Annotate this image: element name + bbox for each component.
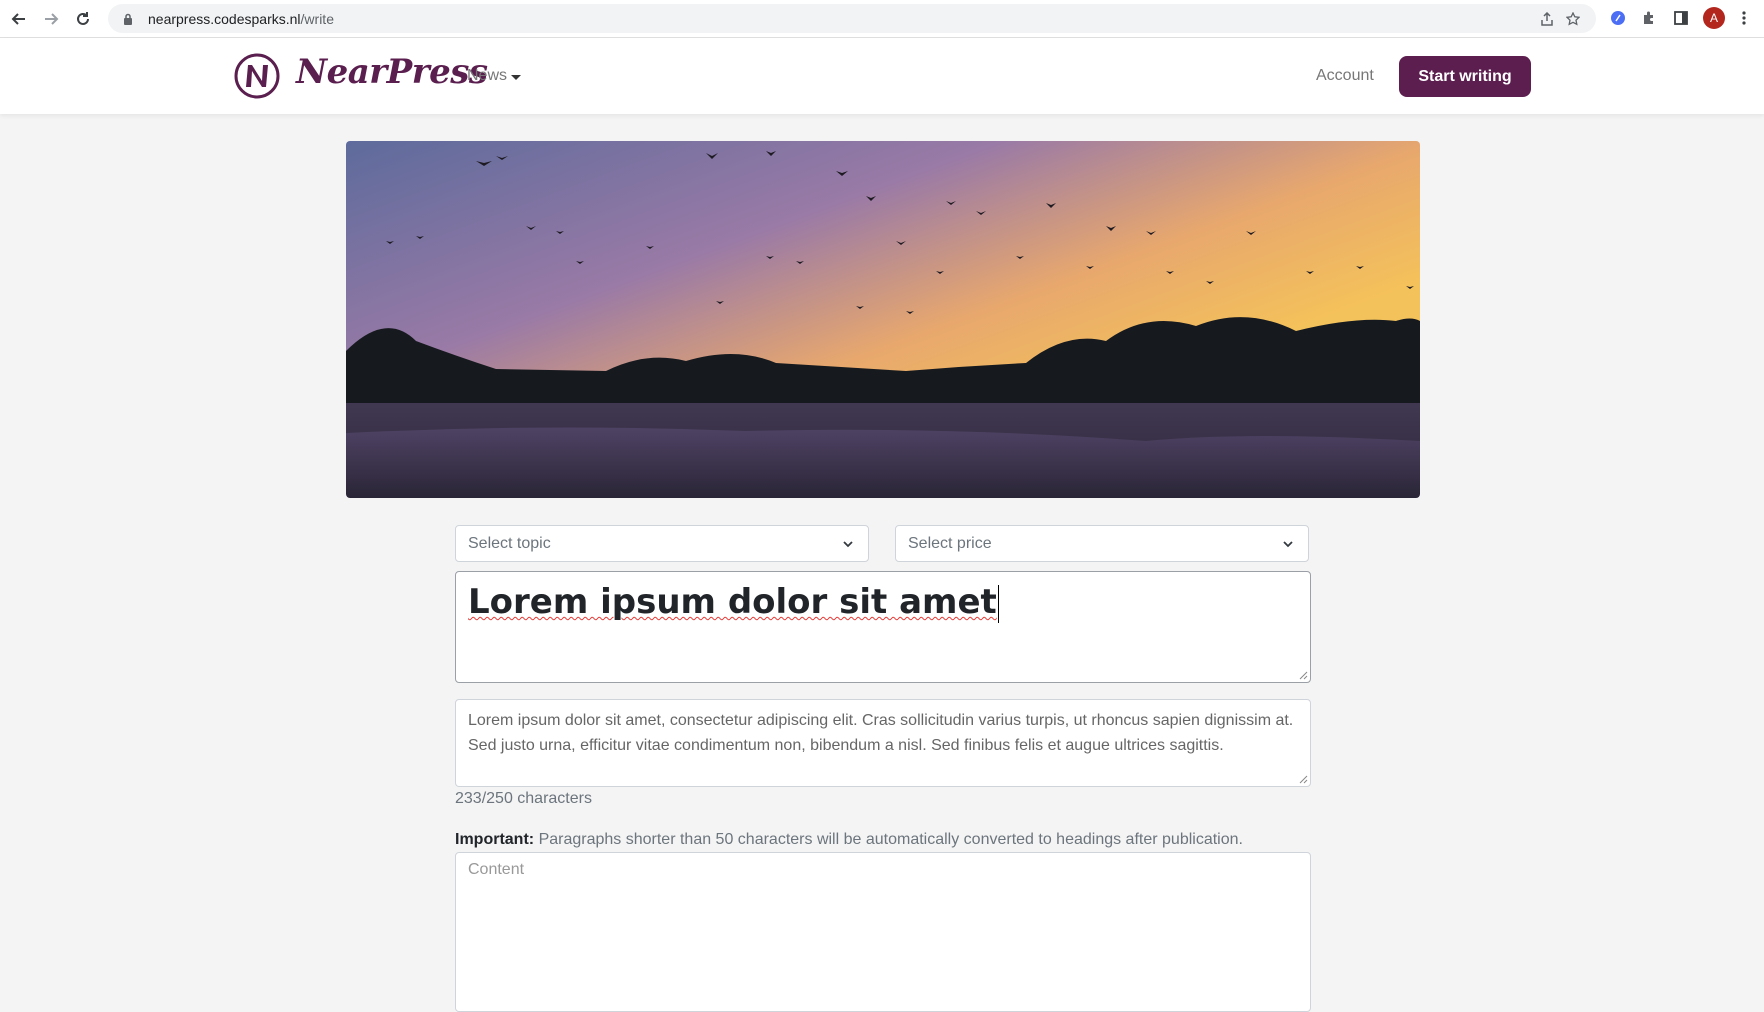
topic-select[interactable]: Select topic xyxy=(455,525,869,562)
url-text: nearpress.codesparks.nl/write xyxy=(148,10,334,27)
chevron-down-icon xyxy=(1283,541,1293,548)
price-select[interactable]: Select price xyxy=(895,525,1309,562)
character-count: 233/250 characters xyxy=(455,790,592,807)
forward-icon[interactable] xyxy=(38,6,64,32)
text-cursor xyxy=(997,584,999,623)
browser-toolbar: nearpress.codesparks.nl/write A xyxy=(0,0,1764,38)
content-placeholder: Content xyxy=(468,861,525,878)
extension-icon[interactable] xyxy=(1607,7,1629,29)
more-menu-icon[interactable] xyxy=(1733,7,1755,29)
share-icon[interactable] xyxy=(1538,10,1556,28)
price-select-value: Select price xyxy=(908,534,992,552)
profile-avatar[interactable]: A xyxy=(1703,7,1725,29)
lock-icon xyxy=(120,11,136,27)
bookmark-star-icon[interactable] xyxy=(1564,10,1582,28)
logo-text[interactable]: NearPress xyxy=(296,52,488,92)
logo-icon[interactable] xyxy=(234,53,280,99)
excerpt-input[interactable]: Lorem ipsum dolor sit amet, consectetur … xyxy=(455,699,1311,787)
excerpt-value: Lorem ipsum dolor sit amet, consectetur … xyxy=(468,712,1294,754)
account-link[interactable]: Account xyxy=(1316,67,1374,85)
side-panel-icon[interactable] xyxy=(1670,7,1692,29)
resize-handle-icon[interactable] xyxy=(1299,775,1308,784)
news-label: News xyxy=(467,67,508,84)
caret-down-icon xyxy=(511,74,522,80)
content-editor[interactable]: Content xyxy=(455,852,1311,1012)
title-value: Lorem ipsum dolor sit amet xyxy=(468,582,999,623)
puzzle-extensions-icon[interactable] xyxy=(1638,7,1660,29)
site-header: NearPress News Account Start writing xyxy=(0,38,1764,114)
title-input[interactable]: Lorem ipsum dolor sit amet xyxy=(455,571,1311,683)
topic-select-value: Select topic xyxy=(468,534,551,552)
chevron-down-icon xyxy=(843,541,853,548)
address-bar[interactable]: nearpress.codesparks.nl/write xyxy=(108,4,1596,33)
back-icon[interactable] xyxy=(6,6,32,32)
start-writing-button[interactable]: Start writing xyxy=(1399,56,1531,97)
cover-image[interactable] xyxy=(346,141,1420,498)
important-label: Important: xyxy=(455,831,535,848)
important-text: Paragraphs shorter than 50 characters wi… xyxy=(538,831,1243,848)
important-note: Important: Paragraphs shorter than 50 ch… xyxy=(455,831,1243,849)
news-dropdown[interactable]: News xyxy=(467,67,522,85)
reload-icon[interactable] xyxy=(70,6,96,32)
resize-handle-icon[interactable] xyxy=(1299,671,1308,680)
